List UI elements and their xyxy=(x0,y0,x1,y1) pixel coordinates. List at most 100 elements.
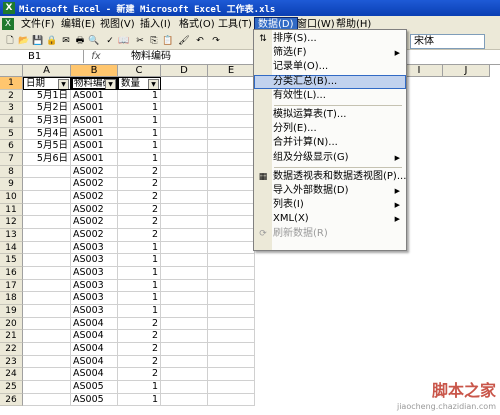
cell-d1[interactable] xyxy=(161,77,208,90)
cell-e22[interactable] xyxy=(208,343,255,356)
cell-d13[interactable] xyxy=(161,229,208,242)
cell-a9[interactable] xyxy=(23,178,71,192)
cell-c1[interactable]: 数量 ▼ xyxy=(118,77,161,90)
cell-a25[interactable] xyxy=(23,381,71,394)
cell-d7[interactable] xyxy=(161,153,208,166)
cell-d23[interactable] xyxy=(161,355,208,369)
cell-c14[interactable]: 1 xyxy=(118,241,161,255)
cell-d9[interactable] xyxy=(161,178,208,192)
cell-d16[interactable] xyxy=(161,267,208,280)
redo-icon[interactable]: ↷ xyxy=(210,35,222,47)
row-header[interactable]: 1 xyxy=(0,77,23,90)
cell-b16[interactable]: AS003 xyxy=(71,267,118,280)
menu-format[interactable]: 格式(O) xyxy=(176,18,218,31)
cell-c11[interactable]: 2 xyxy=(118,203,161,217)
cell-a20[interactable] xyxy=(23,317,71,331)
cell-d26[interactable] xyxy=(161,393,208,407)
cell-a17[interactable] xyxy=(23,279,71,293)
autofilter-dropdown-icon[interactable]: ▼ xyxy=(58,79,69,89)
column-header-e[interactable]: E xyxy=(208,65,255,77)
cell-a4[interactable]: 5月3日 xyxy=(23,115,71,128)
cell-e1[interactable] xyxy=(208,77,255,90)
cell-c5[interactable]: 1 xyxy=(118,127,161,141)
cell-e18[interactable] xyxy=(208,292,255,306)
cell-a11[interactable] xyxy=(23,203,71,217)
select-all-corner[interactable] xyxy=(0,65,23,77)
cell-c12[interactable]: 2 xyxy=(118,216,161,230)
data-menu-item[interactable]: 模拟运算表(T)... xyxy=(254,108,406,122)
cell-c17[interactable]: 1 xyxy=(118,279,161,293)
cell-b1[interactable]: 物料编码 ▼ xyxy=(71,77,118,90)
cell-e21[interactable] xyxy=(208,330,255,344)
row-header[interactable]: 4 xyxy=(0,115,23,128)
row-header[interactable]: 8 xyxy=(0,165,23,179)
cell-a18[interactable] xyxy=(23,292,71,306)
cell-d10[interactable] xyxy=(161,191,208,204)
row-header[interactable]: 12 xyxy=(0,216,23,230)
data-menu-item[interactable]: 列表(I) ▶ xyxy=(254,198,406,212)
cell-e5[interactable] xyxy=(208,127,255,141)
cell-a12[interactable] xyxy=(23,216,71,230)
cell-e24[interactable] xyxy=(208,368,255,382)
cell-e7[interactable] xyxy=(208,153,255,166)
cell-b6[interactable]: AS001 xyxy=(71,140,118,153)
data-menu-item[interactable]: ⇅ 排序(S)... xyxy=(254,32,406,46)
cell-d19[interactable] xyxy=(161,305,208,318)
cell-a19[interactable] xyxy=(23,305,71,318)
cell-d14[interactable] xyxy=(161,241,208,255)
cell-b23[interactable]: AS004 xyxy=(71,355,118,369)
print-preview-icon[interactable]: 🔍 xyxy=(88,35,100,47)
cell-b12[interactable]: AS002 xyxy=(71,216,118,230)
cell-b25[interactable]: AS005 xyxy=(71,381,118,394)
cell-c24[interactable]: 2 xyxy=(118,368,161,382)
row-header[interactable]: 10 xyxy=(0,191,23,204)
cell-e19[interactable] xyxy=(208,305,255,318)
open-icon[interactable]: 📂 xyxy=(18,35,30,47)
row-header[interactable]: 23 xyxy=(0,355,23,369)
spelling-icon[interactable]: ✓ xyxy=(104,35,116,47)
cell-a23[interactable] xyxy=(23,355,71,369)
cell-d6[interactable] xyxy=(161,140,208,153)
row-header[interactable]: 21 xyxy=(0,330,23,344)
formula-input[interactable]: 物料编码 xyxy=(131,50,171,63)
cell-b9[interactable]: AS002 xyxy=(71,178,118,192)
cell-c22[interactable]: 2 xyxy=(118,343,161,356)
cell-d3[interactable] xyxy=(161,102,208,115)
new-icon[interactable]: 🗋 xyxy=(4,35,16,47)
cell-a21[interactable] xyxy=(23,330,71,344)
cell-b24[interactable]: AS004 xyxy=(71,368,118,382)
cell-a24[interactable] xyxy=(23,368,71,382)
row-header[interactable]: 16 xyxy=(0,267,23,280)
permission-icon[interactable]: 🔒 xyxy=(46,35,58,47)
data-menu-item[interactable]: 分类汇总(B)... xyxy=(254,74,406,89)
data-menu-item[interactable]: XML(X) ▶ xyxy=(254,212,406,226)
data-menu-item[interactable]: 组及分级显示(G) ▶ xyxy=(254,151,406,165)
cell-a1[interactable]: 日期 ▼ xyxy=(23,77,71,90)
cell-e8[interactable] xyxy=(208,165,255,179)
menu-tools[interactable]: 工具(T) xyxy=(215,18,255,31)
menu-insert[interactable]: 插入(I) xyxy=(137,18,174,31)
cell-a26[interactable] xyxy=(23,393,71,407)
row-header[interactable]: 25 xyxy=(0,381,23,394)
row-header[interactable]: 5 xyxy=(0,127,23,141)
cell-e9[interactable] xyxy=(208,178,255,192)
row-header[interactable]: 3 xyxy=(0,102,23,115)
cell-a14[interactable] xyxy=(23,241,71,255)
cell-e20[interactable] xyxy=(208,317,255,331)
cell-a5[interactable]: 5月4日 xyxy=(23,127,71,141)
data-menu-item[interactable]: 导入外部数据(D) ▶ xyxy=(254,184,406,198)
menu-view[interactable]: 视图(V) xyxy=(97,18,138,31)
data-menu-item[interactable]: 筛选(F) ▶ xyxy=(254,46,406,60)
cell-e2[interactable] xyxy=(208,89,255,103)
data-menu-item[interactable]: ▦ 数据透视表和数据透视图(P)... xyxy=(254,170,407,184)
cell-b11[interactable]: AS002 xyxy=(71,203,118,217)
cell-c9[interactable]: 2 xyxy=(118,178,161,192)
row-header[interactable]: 19 xyxy=(0,305,23,318)
cell-c18[interactable]: 1 xyxy=(118,292,161,306)
save-icon[interactable]: 💾 xyxy=(32,35,44,47)
cell-b2[interactable]: AS001 xyxy=(71,89,118,103)
cell-e14[interactable] xyxy=(208,241,255,255)
cell-b4[interactable]: AS001 xyxy=(71,115,118,128)
row-header[interactable]: 6 xyxy=(0,140,23,153)
data-menu-item[interactable]: 有效性(L)... xyxy=(254,89,406,103)
